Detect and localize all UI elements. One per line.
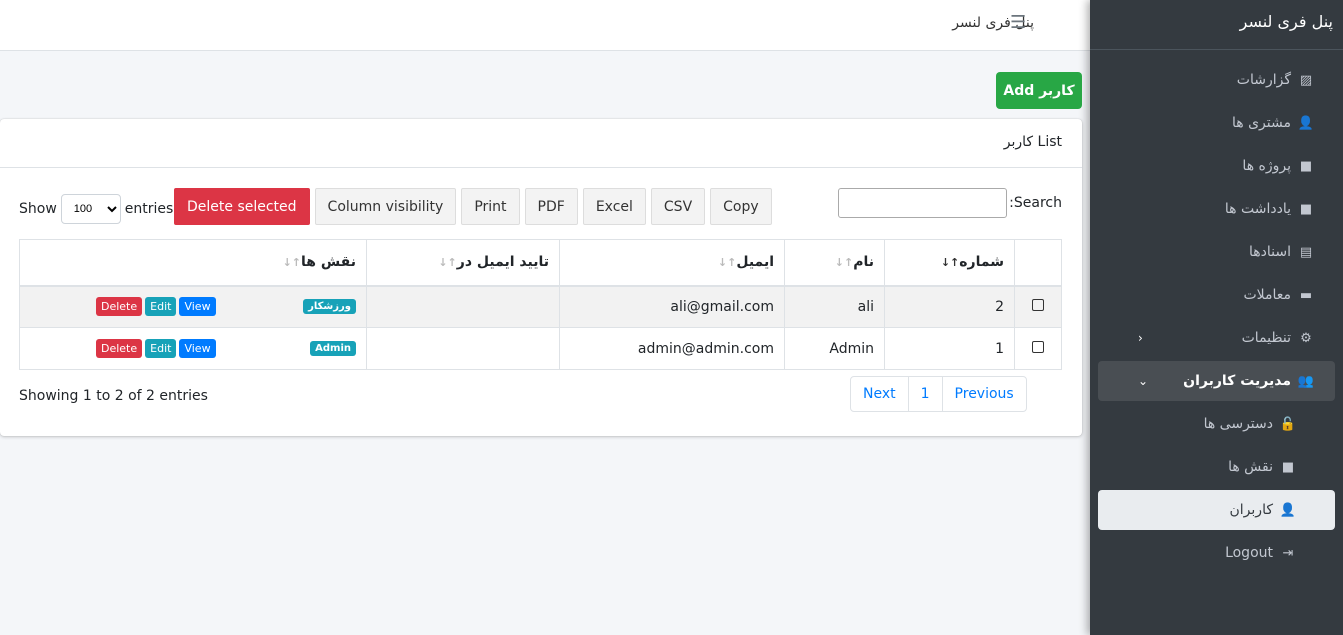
sidebar-item-notes[interactable]: یادداشت ها ■ xyxy=(1098,189,1335,229)
column-header-id[interactable]: شماره↑↓ xyxy=(884,239,1015,287)
credit-card-icon: ▬ xyxy=(1299,287,1313,303)
role-badge: ورزشکار xyxy=(303,299,356,315)
select-column-header xyxy=(1014,239,1062,287)
chart-icon: ▨ xyxy=(1299,72,1313,88)
print-button[interactable]: Print xyxy=(461,188,520,225)
copy-button[interactable]: Copy xyxy=(710,188,772,225)
users-icon: 👥 xyxy=(1297,373,1315,389)
sort-icon: ↑↓ xyxy=(834,256,854,270)
user-plus-icon: 👤 xyxy=(1297,115,1315,131)
sort-icon: ↑↓ xyxy=(282,256,302,270)
excel-button[interactable]: Excel xyxy=(582,188,646,225)
sidebar-item-transactions[interactable]: معاملات ▬ xyxy=(1098,275,1335,315)
unlock-icon: 🔓 xyxy=(1279,416,1297,432)
sort-icon: ↑↓ xyxy=(940,256,960,270)
sidebar-item-roles[interactable]: نقش ها ■ xyxy=(1098,447,1335,487)
column-header-email[interactable]: ایمیل↑↓ xyxy=(559,239,785,287)
sidebar-item-customers[interactable]: مشتری ها 👤 xyxy=(1098,103,1335,143)
table-row: 1 Admin admin@admin.com Admin Delete Edit… xyxy=(19,327,1062,370)
sign-out-icon: ⇥ xyxy=(1282,545,1294,561)
sticky-note-icon: ■ xyxy=(1299,201,1313,217)
page-1-button[interactable]: 1 xyxy=(907,377,942,411)
users-table: شماره↑↓ نام↑↓ ایمیل↑↓ تایید ایمیل در↑↓ ن… xyxy=(19,239,1062,370)
csv-button[interactable]: CSV xyxy=(650,188,706,225)
briefcase-icon: ■ xyxy=(1299,158,1313,174)
export-toolbar: Delete selected Column visibility Print … xyxy=(174,188,772,225)
table-row: 2 ali ali@gmail.com ورزشکار Delete Edit Vi… xyxy=(19,285,1062,328)
column-visibility-button[interactable]: Column visibility xyxy=(314,188,457,225)
user-icon: 👤 xyxy=(1279,502,1297,518)
row-checkbox[interactable] xyxy=(1032,340,1044,353)
sidebar-title[interactable]: پنل فری لنسر xyxy=(1090,0,1343,50)
entries-select[interactable]: 100 xyxy=(60,194,121,224)
chevron-left-icon: › xyxy=(1138,331,1143,345)
sidebar-item-documents[interactable]: اسنادها ▤ xyxy=(1098,232,1335,272)
sidebar-item-reports[interactable]: گزارشات ▨ xyxy=(1098,60,1335,100)
sidebar-item-projects[interactable]: پروژه ها ■ xyxy=(1098,146,1335,186)
next-page-button[interactable]: Next xyxy=(851,377,908,411)
view-button[interactable]: View xyxy=(179,297,216,317)
view-button[interactable]: View xyxy=(179,339,216,358)
previous-page-button[interactable]: Previous xyxy=(941,377,1026,411)
pdf-button[interactable]: PDF xyxy=(524,188,578,225)
sidebar-item-users[interactable]: کاربران 👤 xyxy=(1098,490,1335,530)
delete-button[interactable]: Delete xyxy=(96,339,143,358)
search-control: Search: xyxy=(838,188,1062,218)
column-header-verified[interactable]: تایید ایمیل در↑↓ xyxy=(366,239,560,287)
users-card: کاربر List Show 100 entries Delete selec… xyxy=(0,119,1082,436)
column-header-name[interactable]: نام↑↓ xyxy=(784,239,885,287)
briefcase-icon: ■ xyxy=(1281,459,1295,475)
sidebar-item-user-management[interactable]: ⌄ مدیریت کاربران 👥 xyxy=(1098,361,1335,401)
length-control: Show 100 entries xyxy=(19,194,173,224)
column-header-roles[interactable]: نقش ها↑↓ xyxy=(19,239,367,287)
role-badge: Admin xyxy=(310,341,356,356)
edit-button[interactable]: Edit xyxy=(145,339,177,358)
delete-selected-button[interactable]: Delete selected xyxy=(174,188,310,225)
pagination: Next 1 Previous xyxy=(850,376,1027,412)
sort-icon: ↑↓ xyxy=(717,256,737,270)
card-title: کاربر List xyxy=(0,119,1082,168)
chevron-down-icon: ⌄ xyxy=(1138,374,1149,388)
sort-icon: ↑↓ xyxy=(438,256,457,270)
sidebar: پنل فری لنسر گزارشات ▨ مشتری ها 👤 پروژه ها… xyxy=(1090,0,1343,635)
file-icon: ▤ xyxy=(1299,244,1313,260)
add-user-button[interactable]: Add کاربر xyxy=(996,72,1082,109)
gear-icon: ⚙ xyxy=(1300,330,1312,346)
sidebar-item-logout[interactable]: Logout ⇥ xyxy=(1098,533,1335,573)
menu-icon[interactable]: ☰ xyxy=(1010,12,1030,33)
edit-button[interactable]: Edit xyxy=(145,297,177,317)
table-info: Showing 1 to 2 of 2 entries xyxy=(19,388,208,404)
search-input[interactable] xyxy=(838,188,1008,218)
delete-button[interactable]: Delete xyxy=(96,297,143,317)
row-checkbox[interactable] xyxy=(1032,298,1044,311)
sidebar-item-settings[interactable]: › تنظیمات ⚙ xyxy=(1098,318,1335,358)
sidebar-item-permissions[interactable]: دسترسی ها 🔓 xyxy=(1098,404,1335,444)
top-navbar: پنل فری لنسر ☰ xyxy=(0,0,1090,51)
